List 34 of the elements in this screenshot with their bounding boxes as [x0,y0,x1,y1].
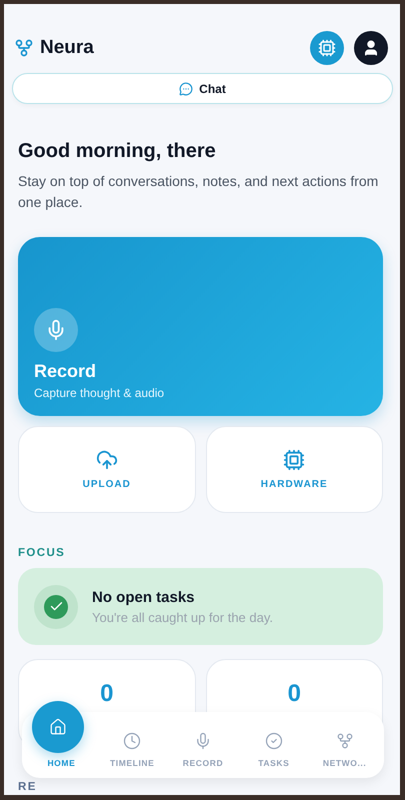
greeting-subtitle: Stay on top of conversations, notes, and next actions from one place. [18,172,380,212]
microphone-icon [34,308,78,352]
check-circle-icon [264,732,283,750]
nav-tab[interactable]: RECORD [168,732,238,768]
hardware-button[interactable]: HARDWARE [206,426,383,513]
upload-button[interactable]: UPLOAD [18,426,196,513]
cloud-upload-icon [96,449,118,471]
nav-tab[interactable]: TIMELINE [96,732,168,768]
fork-icon [336,732,354,750]
focus-title: No open tasks [92,588,196,606]
section-heading: RE [18,781,37,793]
app-title: Neura [40,37,94,59]
section-heading: FOCUS [18,547,66,559]
greeting-title: Good morning, there [18,140,217,163]
nav-tab[interactable]: TASKS [238,732,310,768]
focus-subtitle: You're all caught up for the day. [92,610,273,624]
home-icon [49,718,67,736]
hardware-button[interactable] [310,31,344,65]
record-card[interactable]: Record Capture thought & audio [18,237,383,416]
user-icon [362,39,380,57]
fork-icon [14,38,34,58]
chat-button[interactable]: Chat [12,73,393,104]
chip-icon [283,449,306,471]
stat-value: 0 [100,680,114,708]
profile-button[interactable] [354,31,388,65]
clock-icon [123,732,142,750]
chat-icon [179,82,194,96]
record-title: Record [34,361,98,382]
nav-tab[interactable]: HOME [26,758,97,768]
check-icon [44,594,68,618]
stat-value: 0 [288,680,301,708]
chip-icon [318,39,336,57]
record-subtitle: Capture thought & audio [34,386,166,400]
nav-tab[interactable]: NETWO... [309,732,380,768]
